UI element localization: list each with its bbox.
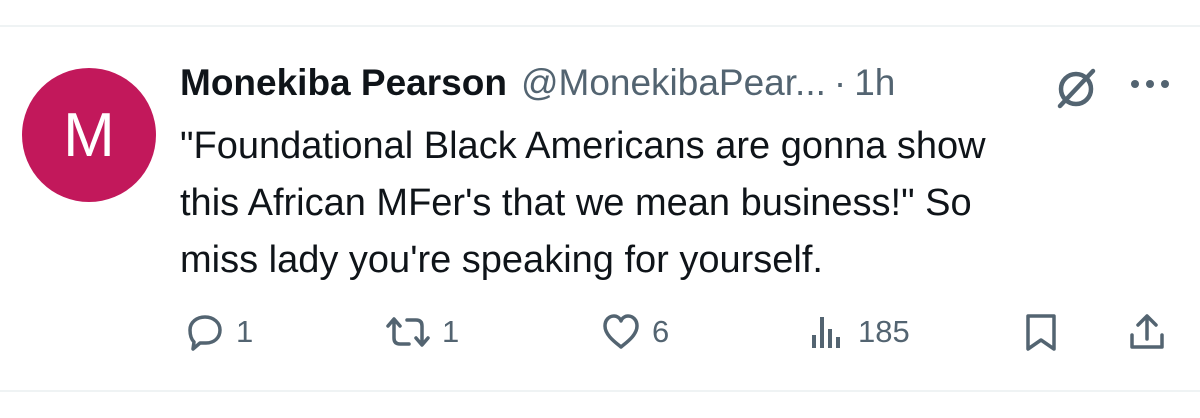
separator-dot: · [833,62,847,103]
reply-icon [188,315,222,351]
reply-count: 1 [236,314,254,349]
timestamp[interactable]: 1h [854,62,895,104]
like-count: 6 [652,314,670,349]
tweet-line-2: this African MFer's that we mean busines… [180,182,972,224]
tweet-line-1: "Foundational Black Americans are gonna … [180,125,986,167]
like-icon [603,314,639,349]
retweet-count: 1 [442,314,460,349]
grok-icon[interactable] [1052,64,1100,112]
author-handle[interactable]: @MonekibaPear... [521,62,826,104]
share-icon [1130,314,1164,349]
retweet-button[interactable]: 1 [384,310,459,354]
like-button[interactable]: 6 [600,310,669,354]
share-button[interactable] [1126,310,1168,354]
tweet-text: "Foundational Black Americans are gonna … [180,118,1170,289]
bookmark-icon [1026,314,1056,351]
bottom-divider [0,390,1200,392]
bookmark-button[interactable] [1020,310,1062,354]
views-count: 185 [858,314,910,349]
tweet-header: Monekiba Pearson @MonekibaPear... · 1h [180,58,1180,108]
avatar-letter: M [63,100,115,170]
retweet-icon [386,317,430,347]
avatar[interactable]: M [22,68,156,202]
reply-button[interactable]: 1 [184,310,253,354]
tweet-line-3: miss lady you're speaking for yourself. [180,239,823,281]
top-divider [0,25,1200,27]
more-icon[interactable] [1128,72,1172,96]
views-icon [812,317,840,348]
author-name[interactable]: Monekiba Pearson [180,62,507,104]
views-button[interactable]: 185 [806,310,910,354]
